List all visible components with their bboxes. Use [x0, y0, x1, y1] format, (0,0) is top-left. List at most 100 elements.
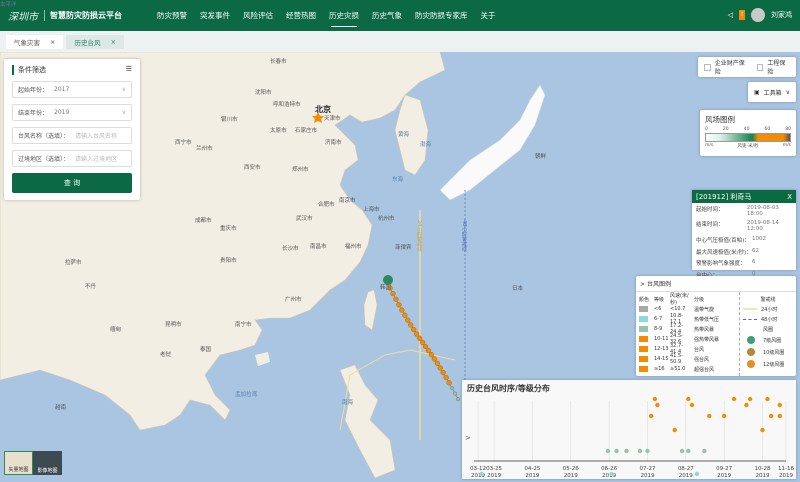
- wind-tick: 0: [705, 127, 708, 132]
- color-swatch: [639, 316, 648, 322]
- track-point[interactable]: [437, 365, 443, 371]
- toolbox-button[interactable]: ▣ 工具箱 ∨: [748, 82, 796, 102]
- color-swatch: [639, 356, 648, 362]
- property-checkbox[interactable]: [704, 63, 711, 71]
- map-label: 贵阳市: [220, 258, 237, 264]
- engineering-checkbox[interactable]: [756, 63, 764, 71]
- map-label: 不丹: [85, 284, 97, 290]
- info-row: 最大风速极值(米/秒)： 62: [692, 246, 796, 258]
- circle-row: 10级风圈: [743, 346, 793, 358]
- logo: 深圳市: [8, 12, 38, 23]
- track-point[interactable]: [422, 343, 429, 350]
- track-point[interactable]: [431, 356, 437, 362]
- info-value: 62: [752, 247, 759, 254]
- legend-header-cell: 颜色: [639, 296, 650, 303]
- start-year-select[interactable]: 起始年份： 2017 ∨: [12, 81, 132, 98]
- x-tick-label: 2019: [564, 473, 578, 479]
- info-value: 2019-08-14 12:00: [746, 220, 779, 233]
- track-point[interactable]: [450, 386, 455, 391]
- track-point[interactable]: [417, 335, 423, 341]
- chart-title: 历史台风时序/等级分布: [467, 384, 550, 393]
- legend-class: 强热带风暴: [694, 336, 720, 343]
- list-icon[interactable]: ☰: [126, 65, 132, 75]
- data-point: [707, 413, 712, 419]
- end-year-select[interactable]: 结束年份： 2019 ∨: [12, 104, 132, 121]
- track-point[interactable]: [402, 312, 408, 318]
- x-tick-label: 2019: [779, 473, 793, 479]
- info-key: 起始时间：: [696, 206, 724, 213]
- nav-item[interactable]: 关于: [481, 2, 496, 29]
- track-point[interactable]: [399, 307, 405, 313]
- map-label: 南京市: [339, 198, 356, 204]
- circle-label: 7级风圈: [763, 337, 782, 344]
- legend-header: 颜色 等级 风速(米/秒) 分级: [639, 293, 736, 306]
- basemap-imagery[interactable]: 影像地图: [33, 451, 62, 475]
- track-point[interactable]: [440, 370, 446, 376]
- map-label: 东海: [392, 177, 404, 183]
- wind-tick: 80: [785, 127, 791, 132]
- basemap-switcher: 矢量地图 影像地图: [4, 451, 62, 475]
- x-tick-label: 03-12: [470, 466, 486, 472]
- nav-item[interactable]: 防灾防损专家库: [415, 2, 468, 29]
- map-label: 渤海: [420, 142, 432, 148]
- query-button[interactable]: 查 询: [12, 173, 132, 193]
- notification-badge[interactable]: !: [739, 10, 745, 20]
- nav-item[interactable]: 历史气象: [372, 2, 402, 29]
- map-label: 孟加拉湾: [235, 392, 258, 398]
- legend-level: 8-9: [654, 326, 663, 332]
- track-point[interactable]: [425, 348, 431, 354]
- nav-item[interactable]: 风险评估: [243, 2, 273, 29]
- track-point[interactable]: [443, 375, 449, 381]
- info-row: 预警影响气象强度： 6: [692, 257, 796, 269]
- notification-icon[interactable]: ◁: [728, 11, 733, 19]
- circle-label: 10级风圈: [763, 349, 785, 356]
- data-point: [609, 471, 614, 477]
- track-point[interactable]: [428, 352, 434, 358]
- track-point[interactable]: [453, 391, 457, 396]
- nav-item[interactable]: 历史灾损: [329, 2, 359, 29]
- map-label: 长沙市: [282, 246, 299, 252]
- chevron-right-icon[interactable]: >: [640, 281, 645, 288]
- nav-item[interactable]: 防灾预警: [157, 2, 187, 29]
- legend-level: <6: [654, 306, 662, 312]
- start-year-value: 2017: [54, 86, 70, 93]
- nav-item[interactable]: 突发事件: [200, 2, 230, 29]
- track-point[interactable]: [408, 322, 414, 328]
- end-year-label: 结束年份：: [18, 110, 49, 117]
- track-point[interactable]: [414, 331, 420, 337]
- close-icon[interactable]: X: [787, 193, 792, 201]
- legend-class: 温带气旋: [694, 306, 715, 313]
- track-point[interactable]: [456, 397, 460, 402]
- close-icon[interactable]: ×: [110, 38, 115, 46]
- area-input[interactable]: 过境地区（选填）： 请输入过境地区: [12, 150, 132, 167]
- legend-row: 14-15 41.5-50.9 强台风: [639, 353, 736, 365]
- track-point[interactable]: [396, 302, 402, 308]
- close-icon[interactable]: ×: [50, 38, 55, 46]
- user-name[interactable]: 刘家鸿: [771, 10, 792, 20]
- track-point[interactable]: [393, 296, 399, 302]
- chart-plot: 03-12201903-25201904-25201905-26201906-2…: [465, 397, 794, 479]
- track-point[interactable]: [390, 291, 396, 297]
- data-point: [648, 413, 654, 419]
- data-point: [777, 413, 783, 419]
- tab-item[interactable]: 历史台风 ×: [66, 34, 124, 49]
- nav-item[interactable]: 经营热图: [286, 2, 316, 29]
- track-point[interactable]: [434, 360, 440, 366]
- basemap-vector[interactable]: 矢量地图: [4, 451, 33, 475]
- x-tick-label: 11-16: [778, 466, 794, 472]
- track-point[interactable]: [446, 380, 452, 386]
- track-point[interactable]: [405, 317, 411, 323]
- x-tick-label: 2019: [602, 473, 616, 479]
- data-point: [768, 413, 774, 419]
- typhoon-name-input[interactable]: 台风名称（选填）： 请输入台风名称: [12, 127, 132, 144]
- map-label: 成都市: [195, 218, 212, 224]
- legend-level: 6-7: [654, 316, 663, 322]
- tab-item[interactable]: 气象灾害 ×: [6, 34, 64, 49]
- map-label: 广州市: [285, 297, 302, 303]
- x-tick-label: 2019: [525, 473, 539, 479]
- track-point[interactable]: [419, 339, 426, 345]
- wind-tick: 40: [743, 127, 750, 132]
- avatar[interactable]: [751, 8, 765, 22]
- track-point[interactable]: [411, 327, 417, 333]
- wind-circle-icon: [747, 348, 755, 356]
